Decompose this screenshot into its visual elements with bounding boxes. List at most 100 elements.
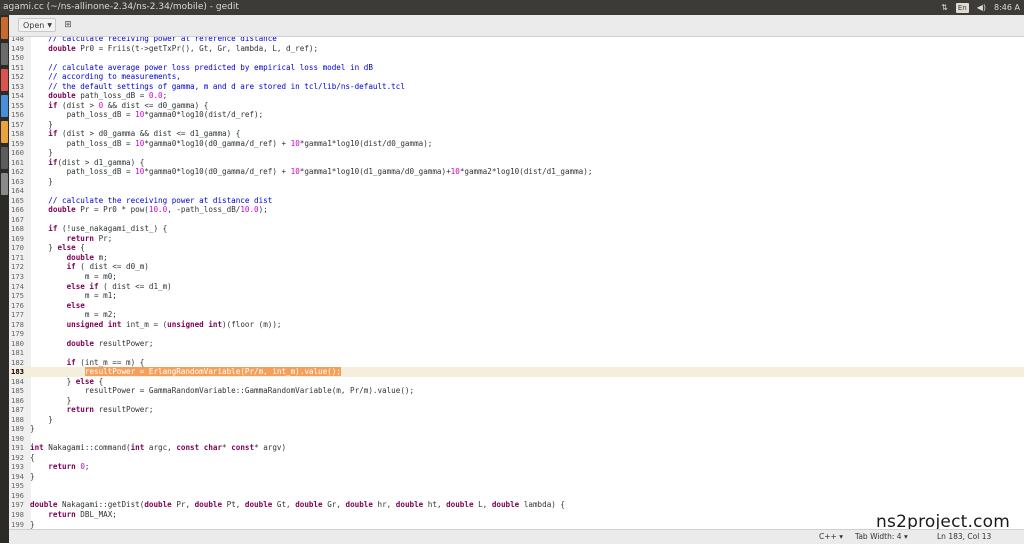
code-line[interactable]: 170 } else { bbox=[9, 243, 1024, 253]
line-number: 197 bbox=[11, 500, 24, 510]
code-token: double bbox=[244, 500, 273, 510]
language-selector[interactable]: C++ ▾ bbox=[819, 530, 843, 543]
code-line[interactable]: 152 // according to measurements, bbox=[9, 72, 1024, 82]
code-line[interactable]: 194} bbox=[9, 472, 1024, 482]
code-line[interactable]: 180 double resultPower; bbox=[9, 339, 1024, 349]
code-line[interactable]: 199} bbox=[9, 520, 1024, 529]
code-line[interactable]: 169 return Pr; bbox=[9, 234, 1024, 244]
code-line[interactable]: 173 m = m0; bbox=[9, 272, 1024, 282]
code-line[interactable]: 187 return resultPower; bbox=[9, 405, 1024, 415]
code-line[interactable]: 171 double m; bbox=[9, 253, 1024, 263]
window-title: agami.cc (~/ns-allinone-2.34/ns-2.34/mob… bbox=[3, 2, 239, 12]
code-line[interactable]: 195 bbox=[9, 481, 1024, 491]
code-line[interactable]: 155 if (dist > 0 && dist <= d0_gamma) { bbox=[9, 101, 1024, 111]
code-line[interactable]: 156 path_loss_dB = 10*gamma0*log10(dist/… bbox=[9, 110, 1024, 120]
code-token: } bbox=[30, 424, 35, 434]
code-line[interactable]: 160 } bbox=[9, 148, 1024, 158]
code-token: 10 bbox=[450, 167, 460, 177]
code-token: (dist > d0_gamma && dist <= d1_gamma) { bbox=[57, 129, 241, 139]
code-text: unsigned int int_m = (unsigned int)(floo… bbox=[30, 320, 282, 330]
code-line[interactable]: 189} bbox=[9, 424, 1024, 434]
code-token: *gamma1*log10(dist/d0_gamma); bbox=[299, 138, 433, 148]
code-line[interactable]: 196 bbox=[9, 491, 1024, 501]
code-line[interactable]: 192 { bbox=[9, 453, 1024, 463]
code-line[interactable]: 188 } bbox=[9, 415, 1024, 425]
code-line[interactable]: 193 return 0; bbox=[9, 462, 1024, 472]
code-line[interactable]: 191 int Nakagami::command(int argc, const… bbox=[9, 443, 1024, 453]
code-text: if(dist > d1_gamma) { bbox=[30, 158, 144, 168]
launcher-app-icon[interactable] bbox=[1, 17, 8, 39]
code-text: resultPower = GammaRandomVariable::Gamma… bbox=[30, 386, 414, 396]
code-token: } bbox=[30, 119, 53, 129]
code-line[interactable]: 186 } bbox=[9, 396, 1024, 406]
code-token: * argv) bbox=[254, 443, 287, 453]
code-token: ht, bbox=[423, 500, 447, 510]
code-line[interactable]: 184 } else { bbox=[9, 377, 1024, 387]
code-token: } bbox=[30, 376, 76, 386]
top-system-bar: agami.cc (~/ns-allinone-2.34/ns-2.34/mob… bbox=[0, 0, 1024, 15]
line-number: 183 bbox=[11, 367, 24, 377]
code-line[interactable]: 175 m = m1; bbox=[9, 291, 1024, 301]
code-text: double resultPower; bbox=[30, 339, 154, 349]
code-token: // the default settings of gamma, m and … bbox=[30, 81, 405, 91]
tab-width-selector[interactable]: Tab Width: 4 ▾ bbox=[855, 530, 908, 543]
code-line[interactable]: 168 if (!use_nakagami_dist_) { bbox=[9, 224, 1024, 234]
line-number: 149 bbox=[11, 43, 24, 53]
code-line[interactable]: 154 double path_loss_dB = 0.0; bbox=[9, 91, 1024, 101]
code-line[interactable]: 183 resultPower = ErlangRandomVariable(P… bbox=[9, 367, 1024, 377]
launcher-app-icon[interactable] bbox=[1, 147, 8, 169]
launcher-app-icon[interactable] bbox=[1, 173, 8, 195]
code-line[interactable]: 198 return DBL_MAX; bbox=[9, 510, 1024, 520]
open-button[interactable]: Open ▼ bbox=[18, 18, 56, 32]
code-line[interactable]: 157 } bbox=[9, 120, 1024, 130]
keyboard-layout-indicator[interactable]: En bbox=[955, 2, 969, 13]
code-text: // the default settings of gamma, m and … bbox=[30, 82, 405, 92]
clock[interactable]: 8:46 A bbox=[994, 0, 1020, 15]
code-line[interactable]: 166 double Pr = Pr0 * pow(10.0, -path_lo… bbox=[9, 205, 1024, 215]
launcher-app-icon[interactable] bbox=[1, 95, 8, 117]
code-token: *gamma2*log10(dist/d1_gamma); bbox=[459, 167, 593, 177]
line-number: 162 bbox=[11, 167, 24, 177]
code-line[interactable]: 165 // calculate the receiving power at … bbox=[9, 196, 1024, 206]
code-line[interactable]: 182 if (int_m == m) { bbox=[9, 358, 1024, 368]
code-text: path_loss_dB = 10*gamma0*log10(d0_gamma/… bbox=[30, 138, 433, 149]
code-line[interactable]: 162 path_loss_dB = 10*gamma0*log10(d0_ga… bbox=[9, 167, 1024, 177]
code-editor[interactable]: 148 // calculate receiving power at refe… bbox=[9, 37, 1024, 529]
line-number: 173 bbox=[11, 272, 24, 281]
code-line[interactable]: 181 bbox=[9, 348, 1024, 358]
code-line[interactable]: 185 resultPower = GammaRandomVariable::G… bbox=[9, 386, 1024, 396]
code-line[interactable]: 148 // calculate receiving power at refe… bbox=[9, 37, 1024, 44]
updown-arrows-icon[interactable]: ⇅ bbox=[941, 0, 948, 15]
launcher-app-icon[interactable] bbox=[1, 43, 8, 65]
code-line[interactable]: 149 double Pr0 = Friis(t->getTxPr(), Gt,… bbox=[9, 44, 1024, 54]
speaker-icon[interactable]: ◀) bbox=[977, 0, 986, 15]
code-line[interactable]: 164 bbox=[9, 186, 1024, 196]
code-line[interactable]: 159 path_loss_dB = 10*gamma0*log10(d0_ga… bbox=[9, 139, 1024, 149]
code-token: *gamma0*log10(d0_gamma/d_ref) + bbox=[144, 167, 291, 177]
code-line[interactable]: 151 // calculate average power loss pred… bbox=[9, 63, 1024, 73]
line-number: 172 bbox=[11, 262, 24, 272]
line-number: 167 bbox=[11, 214, 24, 224]
new-document-button[interactable]: ⊞ bbox=[61, 18, 75, 32]
code-line[interactable]: 172 if ( dist <= d0_m) bbox=[9, 262, 1024, 272]
code-line[interactable]: 161 if(dist > d1_gamma) { bbox=[9, 158, 1024, 168]
launcher-app-icon[interactable] bbox=[1, 69, 8, 91]
code-line[interactable]: 176 else bbox=[9, 301, 1024, 311]
code-line[interactable]: 153 // the default settings of gamma, m … bbox=[9, 82, 1024, 92]
code-line[interactable]: 163 } bbox=[9, 177, 1024, 187]
code-line[interactable]: 150 bbox=[9, 53, 1024, 63]
launcher-app-icon[interactable] bbox=[1, 121, 8, 143]
line-number: 160 bbox=[11, 148, 24, 158]
code-line[interactable]: 174 else if ( dist <= d1_m) bbox=[9, 282, 1024, 292]
code-line[interactable]: 190 bbox=[9, 434, 1024, 444]
code-line[interactable]: 167 bbox=[9, 215, 1024, 225]
code-line[interactable]: 179 bbox=[9, 329, 1024, 339]
code-line[interactable]: 177 m = m2; bbox=[9, 310, 1024, 320]
code-text: path_loss_dB = 10*gamma0*log10(d0_gamma/… bbox=[30, 167, 593, 177]
code-line[interactable]: 197 double Nakagami::getDist(double Pr, d… bbox=[9, 500, 1024, 510]
code-text: // according to measurements, bbox=[30, 72, 181, 82]
code-line[interactable]: 178 unsigned int int_m = (unsigned int)(… bbox=[9, 320, 1024, 330]
code-text: } bbox=[30, 120, 53, 130]
code-line[interactable]: 158 if (dist > d0_gamma && dist <= d1_ga… bbox=[9, 129, 1024, 139]
